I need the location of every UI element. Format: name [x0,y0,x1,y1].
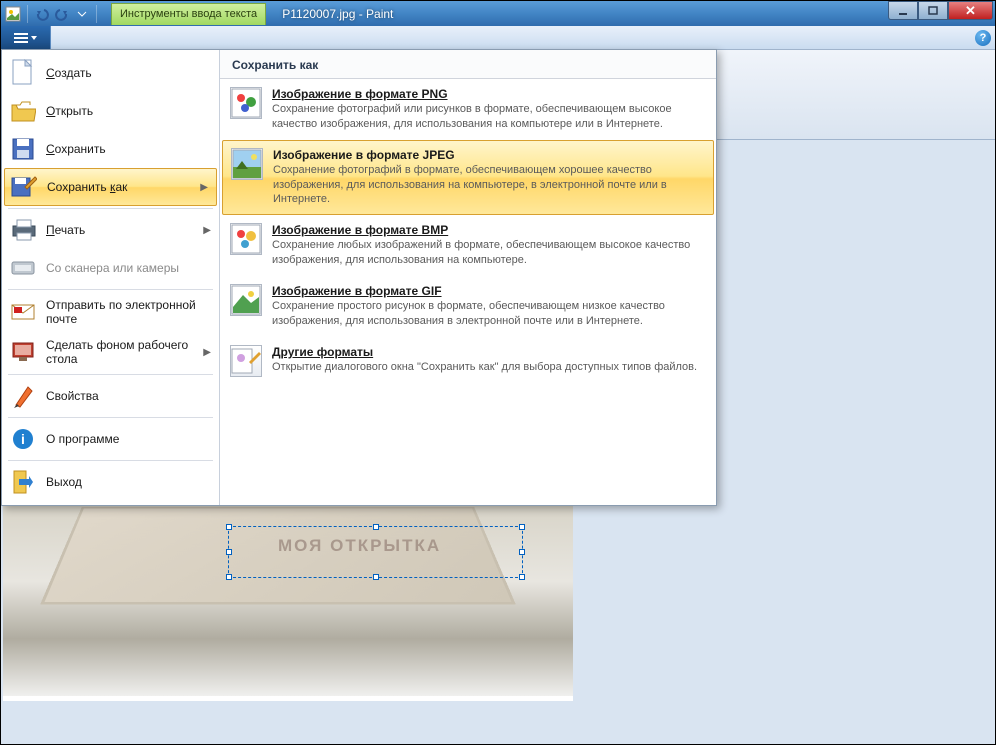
format-title: Изображение в формате PNG [272,87,706,101]
titlebar: Инструменты ввода текста P1120007.jpg - … [1,1,995,26]
file-menu-item-label: Выход [46,475,82,489]
window-title: P1120007.jpg - Paint [282,7,393,21]
format-desc: Сохранение фотографий или рисунков в фор… [272,102,706,132]
print-icon [10,217,36,243]
maximize-button[interactable] [918,1,948,20]
save-as-panel: Сохранить как Изображение в формате PNGС… [220,50,716,505]
saveas-icon [11,174,37,200]
file-menu-item-label: Сделать фоном рабочего стола [46,338,211,366]
file-menu-item-about[interactable]: i О программе [2,420,219,458]
file-menu-item-save[interactable]: Сохранить [2,130,219,168]
file-menu-item-label: Сохранить [46,142,106,156]
save-as-format-png[interactable]: Изображение в формате PNGСохранение фото… [220,79,716,140]
file-menu-dropdown: СоздатьОткрытьСохранитьСохранить как▶Печ… [1,49,717,506]
qat-dropdown-icon[interactable] [74,6,90,22]
file-menu-item-print[interactable]: Печать ▶ [2,211,219,249]
format-title: Изображение в формате JPEG [273,148,705,162]
format-desc: Сохранение простого рисунок в формате, о… [272,299,706,329]
save-icon [10,136,36,162]
file-menu-button[interactable] [1,26,51,49]
file-menu-item-props[interactable]: Свойства [2,377,219,415]
submenu-arrow-icon: ▶ [203,225,211,236]
submenu-arrow-icon: ▶ [200,182,208,193]
format-title: Изображение в формате BMP [272,223,706,237]
file-menu-item-label: Свойства [46,389,99,403]
file-menu-item-label: Со сканера или камеры [46,261,179,275]
format-title: Изображение в формате GIF [272,284,706,298]
save-as-format-other[interactable]: Другие форматыОткрытие диалогового окна … [220,337,716,385]
png-format-icon [230,87,262,119]
file-menu-item-label: О программе [46,432,119,446]
jpeg-format-icon [231,148,263,180]
file-menu-item-saveas[interactable]: Сохранить как ▶ [4,168,217,206]
bmp-format-icon [230,223,262,255]
minimize-button[interactable] [888,1,918,20]
save-as-format-gif[interactable]: Изображение в формате GIFСохранение прос… [220,276,716,337]
file-menu-item-label: Отправить по электронной почте [46,298,211,326]
file-menu-item-scanner: Со сканера или камеры [2,249,219,287]
format-title: Другие форматы [272,345,706,359]
save-as-header: Сохранить как [220,50,716,79]
file-menu-item-exit[interactable]: Выход [2,463,219,501]
text-selection-box[interactable] [228,526,523,578]
exit-icon [10,469,36,495]
gif-format-icon [230,284,262,316]
props-icon [10,383,36,409]
scanner-icon [10,255,36,281]
close-button[interactable]: ✕ [948,1,993,20]
file-menu-item-open[interactable]: Открыть [2,92,219,130]
undo-icon[interactable] [34,6,50,22]
file-menu-item-label: Печать [46,223,85,237]
mail-icon [10,299,36,325]
file-menu-item-desktop[interactable]: Сделать фоном рабочего стола▶ [2,332,219,372]
open-icon [10,98,36,124]
file-menu-item-label: Открыть [46,104,93,118]
text-tools-tab[interactable]: Инструменты ввода текста [111,3,266,25]
ribbon-tab-row: ? [1,26,995,50]
save-as-format-bmp[interactable]: Изображение в формате BMPСохранение любы… [220,215,716,276]
app-icon [5,6,21,22]
desktop-icon [10,339,36,365]
submenu-arrow-icon: ▶ [203,347,211,358]
file-menu-left: СоздатьОткрытьСохранитьСохранить как▶Печ… [2,50,220,505]
format-desc: Открытие диалогового окна "Сохранить как… [272,360,706,375]
format-desc: Сохранение любых изображений в формате, … [272,238,706,268]
svg-text:i: i [21,431,25,447]
save-as-format-jpeg[interactable]: Изображение в формате JPEGСохранение фот… [222,140,714,216]
about-icon: i [10,426,36,452]
help-icon[interactable]: ? [975,30,991,46]
file-menu-item-new[interactable]: Создать [2,54,219,92]
format-desc: Сохранение фотографий в формате, обеспеч… [273,163,705,208]
file-menu-item-label: Создать [46,66,92,80]
redo-icon[interactable] [54,6,70,22]
other-format-icon [230,345,262,377]
file-menu-item-mail[interactable]: Отправить по электронной почте [2,292,219,332]
file-menu-item-label: Сохранить как [47,180,127,194]
new-icon [10,60,36,86]
